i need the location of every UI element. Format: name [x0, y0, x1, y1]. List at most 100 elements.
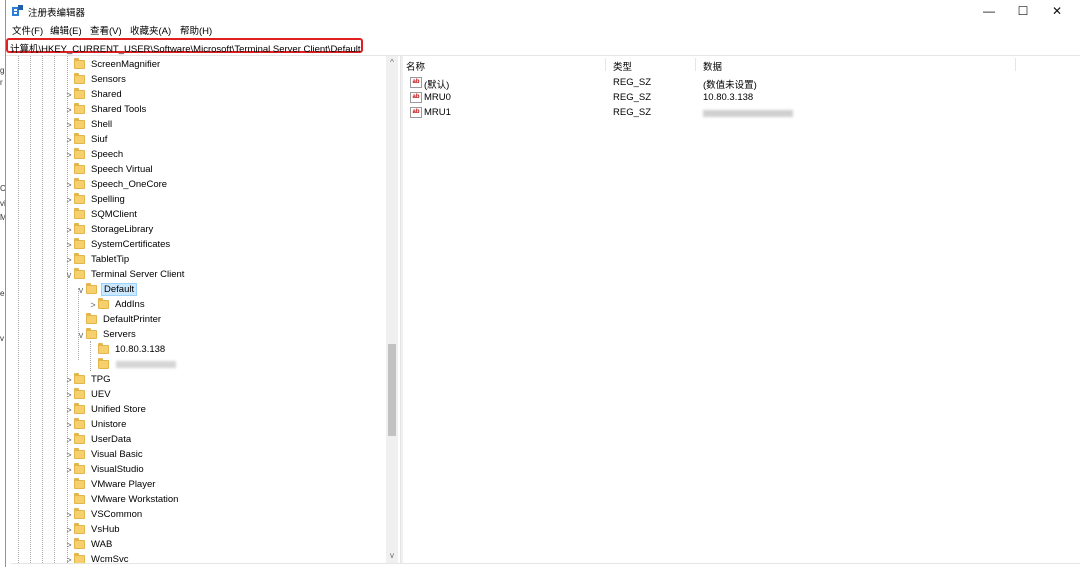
chevron-right-icon[interactable]: >	[64, 177, 74, 192]
minimize-button[interactable]: —	[972, 0, 1006, 22]
tree-node[interactable]: > VsHub	[64, 522, 122, 537]
tree-node[interactable]: > Spelling	[64, 192, 127, 207]
column-header-data[interactable]: 数据	[703, 59, 722, 73]
chevron-right-icon[interactable]: >	[64, 552, 74, 564]
tree-node[interactable]: > UserData	[64, 432, 133, 447]
tree-node[interactable]: > Visual Basic	[64, 447, 145, 462]
tree-node-label: Visual Basic	[91, 449, 143, 460]
maximize-button[interactable]: ☐	[1006, 0, 1040, 22]
tree-node[interactable]: 10.80.3.138	[88, 342, 167, 357]
tree-node[interactable]: DefaultPrinter	[76, 312, 163, 327]
tree-node[interactable]: v Servers	[76, 327, 138, 342]
tree-node[interactable]: > Shared	[64, 87, 124, 102]
chevron-right-icon[interactable]: >	[64, 522, 74, 537]
column-header-type[interactable]: 类型	[613, 59, 632, 73]
tree-scrollbar[interactable]: ^ v	[386, 56, 398, 563]
column-separator[interactable]	[1015, 58, 1016, 71]
chevron-right-icon[interactable]: >	[64, 447, 74, 462]
tree-node[interactable]: VMware Player	[64, 477, 157, 492]
tree-node[interactable]: > WAB	[64, 537, 114, 552]
folder-icon	[74, 133, 85, 144]
folder-icon	[74, 253, 85, 264]
chevron-down-icon[interactable]: v	[76, 282, 86, 297]
tree-node-label: UEV	[91, 389, 111, 400]
chevron-right-icon[interactable]: >	[64, 117, 74, 132]
tree-node-label: Shell	[91, 119, 113, 130]
tree-node[interactable]: VMware Workstation	[64, 492, 180, 507]
chevron-right-icon[interactable]: >	[64, 252, 74, 267]
tree-node[interactable]: > AddIns	[88, 297, 147, 312]
menu-favorites[interactable]: 收藏夹(A)	[130, 23, 171, 37]
chevron-right-icon[interactable]: >	[64, 132, 74, 147]
tree-node[interactable]: > Speech	[64, 147, 125, 162]
tree-node[interactable]: > Unistore	[64, 417, 128, 432]
value-name: MRU1	[424, 107, 451, 118]
chevron-right-icon[interactable]: >	[64, 402, 74, 417]
menu-edit[interactable]: 编辑(E)	[50, 23, 82, 37]
chevron-right-icon[interactable]: >	[64, 462, 74, 477]
menu-view[interactable]: 查看(V)	[90, 23, 122, 37]
chevron-right-icon[interactable]: >	[64, 192, 74, 207]
tree-node[interactable]: Speech Virtual	[64, 162, 155, 177]
menu-help[interactable]: 帮助(H)	[180, 23, 212, 37]
folder-icon	[98, 358, 109, 369]
menu-file[interactable]: 文件(F)	[12, 23, 43, 37]
tree-node[interactable]: > SystemCertificates	[64, 237, 172, 252]
chevron-right-icon[interactable]: >	[64, 147, 74, 162]
scroll-down-icon[interactable]: v	[386, 549, 398, 563]
tree-node-label: TabletTip	[91, 254, 130, 265]
chevron-down-icon[interactable]: v	[64, 267, 74, 282]
folder-icon	[74, 178, 85, 189]
chevron-right-icon[interactable]: >	[64, 387, 74, 402]
tree-node[interactable]: > Shell	[64, 117, 114, 132]
column-separator[interactable]	[695, 58, 696, 71]
tree-node[interactable]: v Default	[76, 282, 138, 297]
chevron-right-icon[interactable]: >	[64, 222, 74, 237]
close-button[interactable]: ✕	[1040, 0, 1074, 22]
value-row[interactable]: ab MRU0 REG_SZ 10.80.3.138	[403, 90, 1003, 105]
title-bar[interactable]: 注册表编辑器 — ☐ ✕	[6, 0, 1080, 22]
tree-node[interactable]: Sensors	[64, 72, 128, 87]
chevron-down-icon[interactable]: v	[76, 327, 86, 342]
tree-node[interactable]: > Siuf	[64, 132, 109, 147]
value-row[interactable]: ab MRU1 REG_SZ	[403, 105, 1003, 120]
column-header-name[interactable]: 名称	[406, 59, 425, 73]
tree-node[interactable]: > StorageLibrary	[64, 222, 155, 237]
tree-node-label: Speech_OneCore	[91, 179, 168, 190]
tree-node[interactable]: > Unified Store	[64, 402, 148, 417]
tree-node[interactable]: > VSCommon	[64, 507, 144, 522]
chevron-right-icon[interactable]: >	[88, 297, 98, 312]
tree-node[interactable]: > WcmSvc	[64, 552, 130, 563]
tree-node[interactable]: SQMClient	[64, 207, 139, 222]
tree-node-label: StorageLibrary	[91, 224, 154, 235]
tree-node-label: SystemCertificates	[91, 239, 171, 250]
tree-node[interactable]: > VisualStudio	[64, 462, 146, 477]
tree-node[interactable]: > TabletTip	[64, 252, 131, 267]
chevron-right-icon[interactable]: >	[64, 537, 74, 552]
tree-node-label: DefaultPrinter	[103, 314, 162, 325]
tree-node[interactable]: ScreenMagnifier	[64, 57, 162, 72]
tree-node[interactable]	[88, 357, 176, 372]
chevron-right-icon[interactable]: >	[64, 417, 74, 432]
column-separator[interactable]	[605, 58, 606, 71]
chevron-right-icon[interactable]: >	[64, 372, 74, 387]
chevron-right-icon[interactable]: >	[64, 102, 74, 117]
chevron-right-icon[interactable]: >	[64, 87, 74, 102]
tree-node[interactable]: v Terminal Server Client	[64, 267, 186, 282]
folder-icon	[74, 208, 85, 219]
tree-node-label: TPG	[91, 374, 111, 385]
tree-node[interactable]: > Speech_OneCore	[64, 177, 169, 192]
folder-icon	[74, 508, 85, 519]
tree-node[interactable]: > Shared Tools	[64, 102, 148, 117]
value-row[interactable]: ab (默认) REG_SZ (数值未设置)	[403, 75, 1003, 91]
scroll-up-icon[interactable]: ^	[386, 56, 398, 70]
chevron-right-icon[interactable]: >	[64, 432, 74, 447]
scroll-thumb[interactable]	[388, 344, 396, 436]
address-bar[interactable]: 计算机\HKEY_CURRENT_USER\Software\Microsoft…	[6, 38, 363, 55]
chevron-right-icon[interactable]: >	[64, 237, 74, 252]
chevron-right-icon[interactable]: >	[64, 507, 74, 522]
tree-node[interactable]: > UEV	[64, 387, 113, 402]
tree-node[interactable]: > TPG	[64, 372, 113, 387]
